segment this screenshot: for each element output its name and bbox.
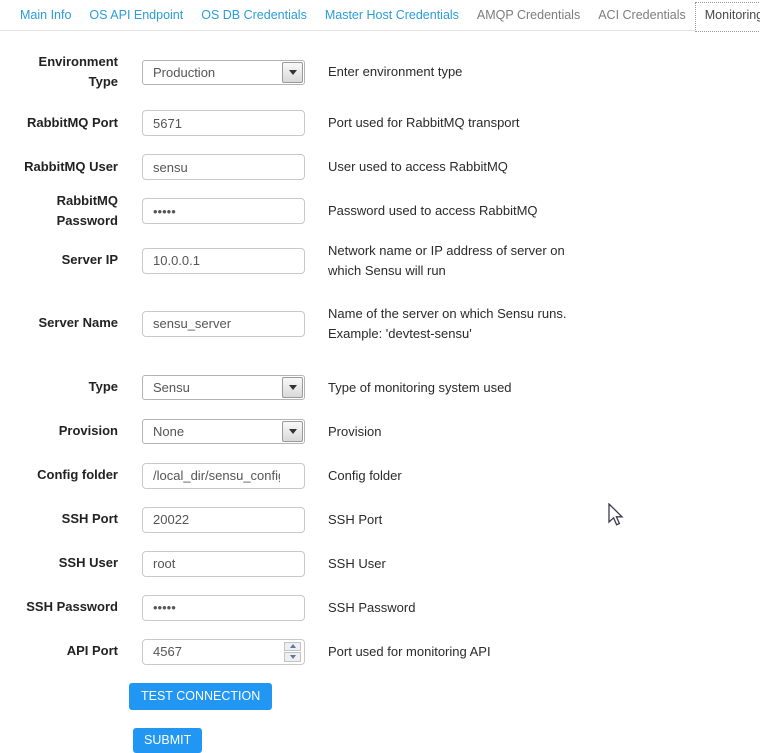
field-help-text: Port used for monitoring API bbox=[328, 642, 638, 662]
field-label: Environment Type bbox=[8, 52, 118, 92]
number-stepper[interactable] bbox=[284, 642, 301, 662]
field-row-config-folder: Config folder /local_dir/sensu_config Co… bbox=[0, 463, 760, 489]
field-help-text: Type of monitoring system used bbox=[328, 378, 638, 398]
api-port-input[interactable] bbox=[142, 639, 305, 665]
tab-amqp-credentials[interactable]: AMQP Credentials bbox=[468, 2, 589, 30]
spinner-up-icon[interactable] bbox=[284, 642, 301, 652]
field-help-text: Network name or IP address of server on … bbox=[328, 241, 638, 281]
dropdown-arrow-icon[interactable] bbox=[282, 377, 303, 398]
field-label: Server IP bbox=[8, 250, 118, 270]
field-help-text: SSH Port bbox=[328, 510, 638, 530]
field-row-rabbitmq-password: RabbitMQ Password ••••• Password used to… bbox=[0, 191, 760, 231]
field-label: Config folder bbox=[8, 465, 118, 485]
field-help-text: SSH Password bbox=[328, 598, 638, 618]
monitoring-form: Environment Type Production Enter enviro… bbox=[0, 31, 760, 665]
dropdown-arrow-icon[interactable] bbox=[282, 62, 303, 83]
field-help-text: Enter environment type bbox=[328, 62, 638, 82]
field-help-text: Name of the server on which Sensu runs. … bbox=[328, 304, 638, 344]
field-help-text: Port used for RabbitMQ transport bbox=[328, 113, 638, 133]
spinner-down-icon[interactable] bbox=[284, 652, 301, 662]
rabbitmq-password-input[interactable] bbox=[142, 198, 305, 224]
field-row-ssh-password: SSH Password ••••• SSH Password bbox=[0, 595, 760, 621]
tab-monitoring[interactable]: Monitoring bbox=[695, 2, 760, 32]
ssh-user-input[interactable] bbox=[142, 551, 305, 577]
tab-master-host-credentials[interactable]: Master Host Credentials bbox=[316, 2, 468, 30]
type-select[interactable]: Sensu bbox=[142, 375, 305, 400]
select-value: None bbox=[143, 424, 184, 439]
field-row-server-name: Server Name sensu_server Name of the ser… bbox=[0, 304, 760, 344]
field-label: RabbitMQ Port bbox=[8, 113, 118, 133]
select-value: Production bbox=[143, 65, 215, 80]
field-help-text: Provision bbox=[328, 422, 638, 442]
ssh-port-input[interactable] bbox=[142, 507, 305, 533]
field-help-text: User used to access RabbitMQ bbox=[328, 157, 638, 177]
field-row-ssh-user: SSH User root SSH User bbox=[0, 551, 760, 577]
field-label: RabbitMQ Password bbox=[8, 191, 118, 231]
tab-bar: Main Info OS API Endpoint OS DB Credenti… bbox=[0, 0, 760, 31]
field-row-provision: Provision None Provision bbox=[0, 419, 760, 445]
tab-os-api-endpoint[interactable]: OS API Endpoint bbox=[80, 2, 192, 30]
select-value: Sensu bbox=[143, 380, 190, 395]
field-row-server-ip: Server IP 10.0.0.1 Network name or IP ad… bbox=[0, 241, 760, 281]
provision-select[interactable]: None bbox=[142, 419, 305, 444]
ssh-password-input[interactable] bbox=[142, 595, 305, 621]
submit-button[interactable]: SUBMIT bbox=[133, 728, 202, 753]
environment-type-select[interactable]: Production bbox=[142, 60, 305, 85]
tab-aci-credentials[interactable]: ACI Credentials bbox=[589, 2, 695, 30]
field-label: SSH Password bbox=[8, 597, 118, 617]
tab-main-info[interactable]: Main Info bbox=[11, 2, 80, 30]
field-label: API Port bbox=[8, 641, 118, 661]
field-label: Type bbox=[8, 377, 118, 397]
field-label: Provision bbox=[8, 421, 118, 441]
field-row-ssh-port: SSH Port 20022 SSH Port bbox=[0, 507, 760, 533]
field-help-text: Config folder bbox=[328, 466, 638, 486]
field-label: RabbitMQ User bbox=[8, 157, 118, 177]
field-row-rabbitmq-port: RabbitMQ Port 5671 Port used for RabbitM… bbox=[0, 110, 760, 136]
field-label: SSH User bbox=[8, 553, 118, 573]
field-help-text: Password used to access RabbitMQ bbox=[328, 201, 638, 221]
tab-os-db-credentials[interactable]: OS DB Credentials bbox=[192, 2, 316, 30]
rabbitmq-port-input[interactable] bbox=[142, 110, 305, 136]
field-row-api-port: API Port 4567 Port used for monitoring A… bbox=[0, 639, 760, 665]
server-ip-input[interactable] bbox=[142, 248, 305, 274]
field-row-type: Type Sensu Type of monitoring system use… bbox=[0, 375, 760, 401]
field-row-rabbitmq-user: RabbitMQ User sensu User used to access … bbox=[0, 154, 760, 180]
rabbitmq-user-input[interactable] bbox=[142, 154, 305, 180]
field-row-environment-type: Environment Type Production Enter enviro… bbox=[0, 52, 760, 92]
field-label: SSH Port bbox=[8, 509, 118, 529]
field-help-text: SSH User bbox=[328, 554, 638, 574]
test-connection-button[interactable]: TEST CONNECTION bbox=[129, 683, 272, 710]
dropdown-arrow-icon[interactable] bbox=[282, 421, 303, 442]
config-folder-input[interactable] bbox=[142, 463, 305, 489]
server-name-input[interactable] bbox=[142, 311, 305, 337]
field-label: Server Name bbox=[8, 313, 118, 333]
